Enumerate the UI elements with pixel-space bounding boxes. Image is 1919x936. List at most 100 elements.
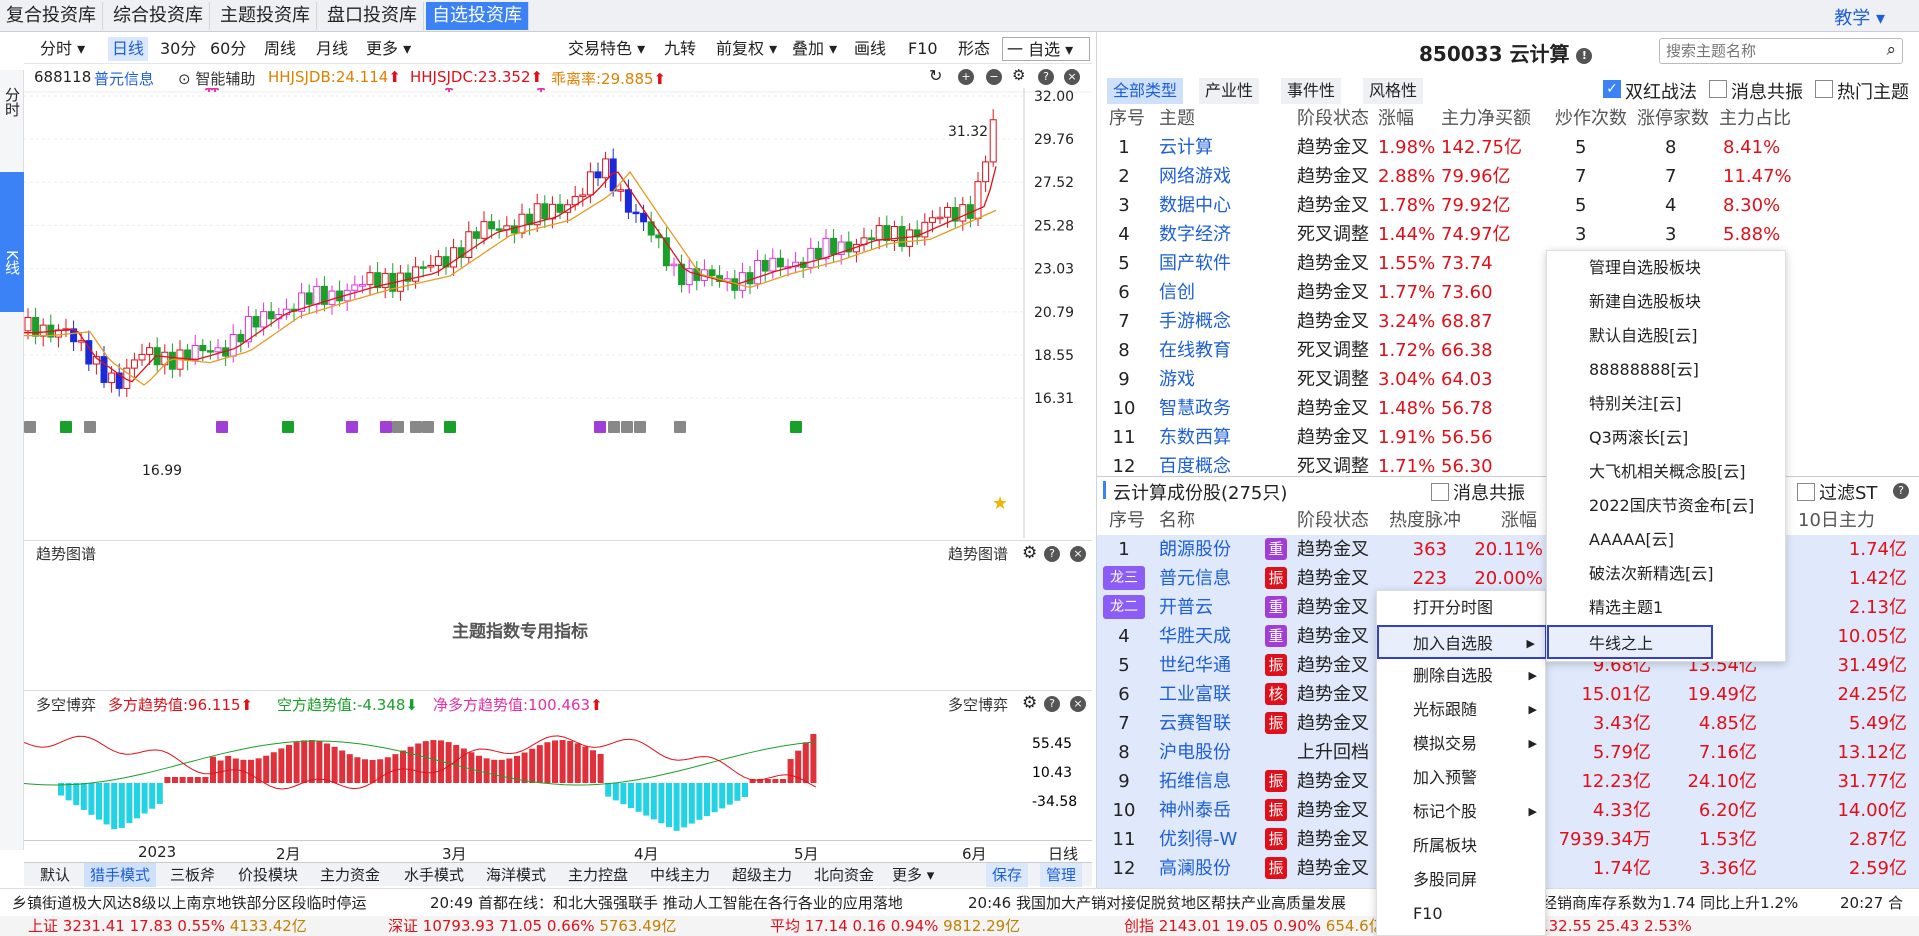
period-fenshi[interactable]: 分时 ▾ bbox=[36, 37, 89, 61]
template-three-axe[interactable]: 三板斧 bbox=[164, 863, 221, 887]
adjust-dropdown[interactable]: 前复权 ▾ bbox=[712, 37, 781, 61]
filter-event[interactable]: 事件性 bbox=[1281, 78, 1342, 104]
index-sz[interactable]: 深证 10793.93 71.05 0.66% 5763.49亿 bbox=[388, 916, 676, 936]
watchlist-submenu-item[interactable]: 新建自选股板块 bbox=[1547, 285, 1787, 319]
stock-name[interactable]: 普元信息 bbox=[94, 68, 154, 89]
context-menu-item[interactable]: 删除自选股 ▶ bbox=[1377, 659, 1547, 693]
context-menu-item[interactable]: 加入自选股 ▶ bbox=[1377, 625, 1547, 659]
theme-search-box[interactable]: ⌕ bbox=[1659, 38, 1903, 64]
template-ocean[interactable]: 海洋模式 bbox=[480, 863, 552, 887]
dk-help-icon[interactable]: ? bbox=[1044, 696, 1060, 712]
context-menu-item[interactable]: 模拟交易 ▶ bbox=[1377, 727, 1547, 761]
template-super-main[interactable]: 超级主力 bbox=[726, 863, 798, 887]
theme-row[interactable]: 4 数字经济 死叉调整 1.44% 74.97亿 3 3 5.88% bbox=[1097, 220, 1919, 249]
watchlist-submenu-item[interactable]: 默认自选股[云] bbox=[1547, 319, 1787, 353]
manage-button[interactable]: 管理 bbox=[1040, 863, 1083, 887]
template-hunter[interactable]: 猎手模式 bbox=[84, 863, 157, 887]
dk-close-icon[interactable]: × bbox=[1070, 696, 1086, 712]
component-row[interactable]: 1 朗源股份重趋势金叉 363 20.11% 1.74亿 bbox=[1097, 535, 1919, 564]
hot-theme-checkbox[interactable] bbox=[1815, 80, 1833, 98]
tab-theme-library[interactable]: 主题投资库 bbox=[214, 2, 317, 30]
double-red-checkbox[interactable]: ✓ bbox=[1603, 80, 1621, 98]
settings-gear-icon[interactable]: ⚙ bbox=[1012, 66, 1025, 84]
context-menu-item[interactable]: 标记个股 ▶ bbox=[1377, 795, 1547, 829]
tab-comprehensive-library[interactable]: 综合投资库 bbox=[107, 2, 210, 30]
template-main-fund[interactable]: 主力资金 bbox=[314, 863, 386, 887]
f10-button[interactable]: F10 bbox=[904, 37, 942, 61]
context-menu-item[interactable]: 打开分时图 bbox=[1377, 591, 1547, 625]
template-mid-main[interactable]: 中线主力 bbox=[644, 863, 716, 887]
help-icon[interactable]: ? bbox=[1038, 69, 1054, 85]
context-menu-item[interactable]: 加入预警 bbox=[1377, 761, 1547, 795]
theme-row[interactable]: 2 网络游戏 趋势金叉 2.88% 79.96亿 7 7 11.47% bbox=[1097, 162, 1919, 191]
overlay-dropdown[interactable]: 叠加 ▾ bbox=[788, 37, 841, 61]
kline-chart[interactable]: ✱✱✱✱✱✱✱✱✱✱✱✱✱✱✱✱✱✱✱✱✱ 32.0029.7627.5225.… bbox=[24, 88, 1092, 538]
help-tutorial-link[interactable]: 教学 ▾ bbox=[1834, 4, 1885, 30]
template-northbound[interactable]: 北向资金 bbox=[808, 863, 880, 887]
pattern-button[interactable]: 形态 bbox=[954, 37, 994, 61]
news-item[interactable]: 经销商库存系数为1.74 同比上升1.2% bbox=[1542, 889, 1798, 917]
context-menu-item[interactable]: 多股同屏 bbox=[1377, 863, 1547, 897]
template-control[interactable]: 主力控盘 bbox=[562, 863, 634, 887]
theme-row[interactable]: 9游戏死叉调整3.04%64.0356% bbox=[1097, 365, 1919, 394]
watchlist-submenu-item[interactable]: 88888888[云] bbox=[1547, 353, 1787, 387]
period-daily[interactable]: 日线 bbox=[108, 37, 149, 61]
period-more[interactable]: 更多 ▾ bbox=[362, 37, 415, 61]
index-sh[interactable]: 上证 3231.41 17.83 0.55% 4133.42亿 bbox=[28, 916, 307, 936]
news-item[interactable]: 20:49 首都在线：和北大强强联手 推动人工智能在各行各业的应用落地 bbox=[430, 889, 903, 917]
watchlist-submenu-item[interactable]: 特别关注[云] bbox=[1547, 387, 1787, 421]
news-resonance-checkbox[interactable] bbox=[1709, 80, 1727, 98]
theme-row[interactable]: 6信创趋势金叉1.77%73.6099% bbox=[1097, 278, 1919, 307]
theme-row[interactable]: 3 数据中心 趋势金叉 1.78% 79.92亿 5 4 8.30% bbox=[1097, 191, 1919, 220]
theme-row[interactable]: 7手游概念趋势金叉3.24%68.8738% bbox=[1097, 307, 1919, 336]
theme-row[interactable]: 8在线教育死叉调整1.72%66.3838% bbox=[1097, 336, 1919, 365]
watchlist-submenu-item[interactable]: 大飞机相关概念股[云] bbox=[1547, 455, 1787, 489]
news-item[interactable]: 20:46 我国加大产销对接促脱贫地区帮扶产业高质量发展 bbox=[968, 889, 1346, 917]
components-help-icon[interactable]: ? bbox=[1893, 483, 1909, 499]
trade-feature-dropdown[interactable]: 交易特色 ▾ bbox=[564, 37, 649, 61]
tab-watchlist-library[interactable]: 自选投资库 bbox=[426, 2, 529, 30]
nine-turn-button[interactable]: 九转 bbox=[660, 37, 700, 61]
news-item[interactable]: 乡镇街道极大风达8级以上南京地铁部分区段临时停运 bbox=[12, 889, 367, 917]
period-monthly[interactable]: 月线 bbox=[312, 37, 352, 61]
zoom-in-icon[interactable]: + bbox=[958, 69, 974, 85]
comp-news-resonance-checkbox[interactable] bbox=[1431, 483, 1449, 501]
side-tab-kline[interactable]: K线 bbox=[0, 172, 24, 312]
watchlist-submenu-item[interactable]: AAAAA[云] bbox=[1547, 523, 1787, 557]
search-icon[interactable]: ⌕ bbox=[1886, 40, 1896, 60]
context-menu-item[interactable]: 光标跟随 ▶ bbox=[1377, 693, 1547, 727]
theme-row[interactable]: 12百度概念死叉调整1.71%56.3043% bbox=[1097, 452, 1919, 473]
watchlist-submenu-item[interactable]: 2022国庆节资金布[云] bbox=[1547, 489, 1787, 523]
smart-assist-toggle[interactable]: ⊙ 智能辅助 bbox=[178, 68, 255, 89]
template-sailor[interactable]: 水手模式 bbox=[398, 863, 470, 887]
watchlist-submenu-item[interactable]: 管理自选股板块 bbox=[1547, 251, 1787, 285]
info-icon[interactable]: ! bbox=[1576, 48, 1593, 64]
draw-line-button[interactable]: 画线 bbox=[850, 37, 890, 61]
save-button[interactable]: 保存 bbox=[986, 863, 1029, 887]
watchlist-submenu-item[interactable]: 精选主题1 bbox=[1547, 591, 1787, 625]
watchlist-submenu-item[interactable]: 破法次新精选[云] bbox=[1547, 557, 1787, 591]
context-menu-item[interactable]: F10 bbox=[1377, 897, 1547, 931]
side-tab-fenshi[interactable]: 分时 bbox=[0, 80, 24, 124]
theme-row[interactable]: 5国产软件趋势金叉1.55%73.7433% bbox=[1097, 249, 1919, 278]
filter-style[interactable]: 风格性 bbox=[1363, 78, 1424, 104]
template-value[interactable]: 价投模块 bbox=[232, 863, 304, 887]
tab-handicap-library[interactable]: 盘口投资库 bbox=[321, 2, 424, 30]
theme-row[interactable]: 10智慧政务趋势金叉1.48%56.7816% bbox=[1097, 394, 1919, 423]
context-menu-item[interactable]: 所属板块 bbox=[1377, 829, 1547, 863]
filter-st-checkbox[interactable] bbox=[1797, 483, 1815, 501]
zoom-out-icon[interactable]: − bbox=[986, 69, 1002, 85]
period-weekly[interactable]: 周线 bbox=[260, 37, 300, 61]
tab-composite-library[interactable]: 复合投资库 bbox=[0, 2, 103, 30]
period-30min[interactable]: 30分 bbox=[156, 37, 200, 61]
index-avg[interactable]: 平均 17.14 0.16 0.94% 9812.29亿 bbox=[770, 916, 1020, 936]
theme-row[interactable]: 11东数西算趋势金叉1.91%56.5690% bbox=[1097, 423, 1919, 452]
watchlist-dropdown[interactable]: 一 自选 ▾ bbox=[1002, 37, 1090, 61]
filter-all[interactable]: 全部类型 bbox=[1107, 78, 1184, 104]
close-icon[interactable]: × bbox=[1064, 69, 1080, 85]
period-60min[interactable]: 60分 bbox=[206, 37, 250, 61]
template-more[interactable]: 更多 ▾ bbox=[886, 863, 940, 887]
theme-search-input[interactable] bbox=[1666, 40, 1866, 62]
index-cy[interactable]: 创指 2143.01 19.05 0.90% 654.6亿 bbox=[1124, 916, 1384, 936]
refresh-icon[interactable]: ↻ bbox=[929, 66, 942, 85]
